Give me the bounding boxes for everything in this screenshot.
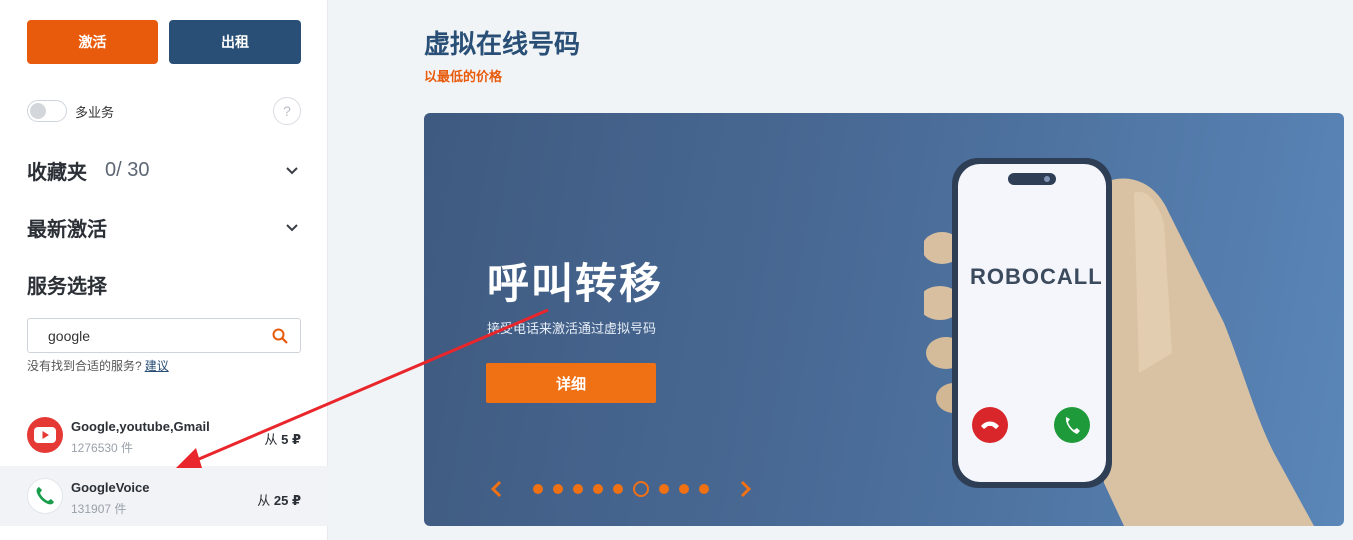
chevron-down-icon[interactable] [283, 219, 301, 237]
carousel-dot[interactable] [593, 484, 603, 494]
service-count: 131907 件 [71, 502, 127, 516]
rent-button[interactable]: 出租 [169, 20, 301, 64]
multi-service-label: 多业务 [75, 104, 115, 120]
favorites-title: 收藏夹 [27, 162, 87, 184]
carousel-dot[interactable] [699, 484, 709, 494]
phone-screen-text: ROBOCALL [970, 264, 1103, 289]
service-name: Google,youtube,Gmail [71, 419, 210, 434]
price-value: 5 ₽ [281, 432, 301, 447]
favorites-count: 0/ 30 [105, 159, 150, 181]
not-found-text: 没有找到合适的服务? 建议 [27, 357, 169, 374]
carousel-dot[interactable] [613, 484, 623, 494]
service-select-title: 服务选择 [27, 276, 107, 298]
price-prefix: 从 [257, 493, 271, 508]
service-select-section: 服务选择 [27, 270, 301, 299]
suggest-link[interactable]: 建议 [145, 359, 169, 373]
not-found-label: 没有找到合适的服务? [27, 359, 142, 373]
banner-subtitle: 接受电话来激活通过虚拟号码 [487, 321, 657, 336]
help-icon[interactable]: ? [273, 97, 301, 125]
recent-title: 最新激活 [27, 219, 107, 241]
service-price: 从 5 ₽ [264, 429, 301, 448]
hand-phone-illustration [924, 158, 1314, 526]
service-item-googlevoice[interactable]: GoogleVoice 131907 件 从 25 ₽ [0, 466, 328, 526]
carousel-dot[interactable] [633, 481, 649, 497]
activate-button[interactable]: 激活 [27, 20, 158, 64]
carousel-dot[interactable] [659, 484, 669, 494]
banner-title: 呼叫转移 [487, 260, 664, 307]
carousel-dot[interactable] [573, 484, 583, 494]
search-box [27, 318, 301, 353]
search-icon[interactable] [272, 327, 290, 345]
chevron-right-icon[interactable] [736, 479, 756, 499]
service-name: GoogleVoice [71, 480, 150, 495]
page-subtitle: 以最低的价格 [424, 69, 503, 84]
google-voice-icon [27, 478, 63, 514]
multi-service-row: 多业务 ? [27, 97, 301, 125]
youtube-icon [27, 417, 63, 453]
carousel-dots [528, 481, 714, 497]
promo-banner: 呼叫转移 接受电话来激活通过虚拟号码 详细 ROBOCALL [424, 113, 1344, 526]
search-input[interactable] [28, 327, 258, 344]
sidebar: 激活 出租 多业务 ? 收藏夹 0/ 30 最新激活 服务选择 没有找到合适的服… [0, 0, 328, 540]
banner-details-button[interactable]: 详细 [486, 363, 656, 403]
price-prefix: 从 [264, 432, 278, 447]
chevron-down-icon[interactable] [283, 162, 301, 180]
carousel-dot[interactable] [679, 484, 689, 494]
page-title: 虚拟在线号码 [424, 29, 581, 59]
carousel-dot[interactable] [553, 484, 563, 494]
toggle-knob [30, 103, 46, 119]
service-price: 从 25 ₽ [257, 490, 301, 509]
recent-section[interactable]: 最新激活 [27, 213, 301, 242]
service-item-google[interactable]: Google,youtube,Gmail 1276530 件 从 5 ₽ [0, 405, 328, 465]
multi-service-toggle[interactable] [27, 100, 67, 122]
price-value: 25 ₽ [273, 493, 301, 508]
chevron-left-icon[interactable] [486, 479, 506, 499]
favorites-section[interactable]: 收藏夹 0/ 30 [27, 156, 301, 185]
service-count: 1276530 件 [71, 441, 134, 455]
carousel-dot[interactable] [533, 484, 543, 494]
carousel-controls [486, 479, 756, 499]
